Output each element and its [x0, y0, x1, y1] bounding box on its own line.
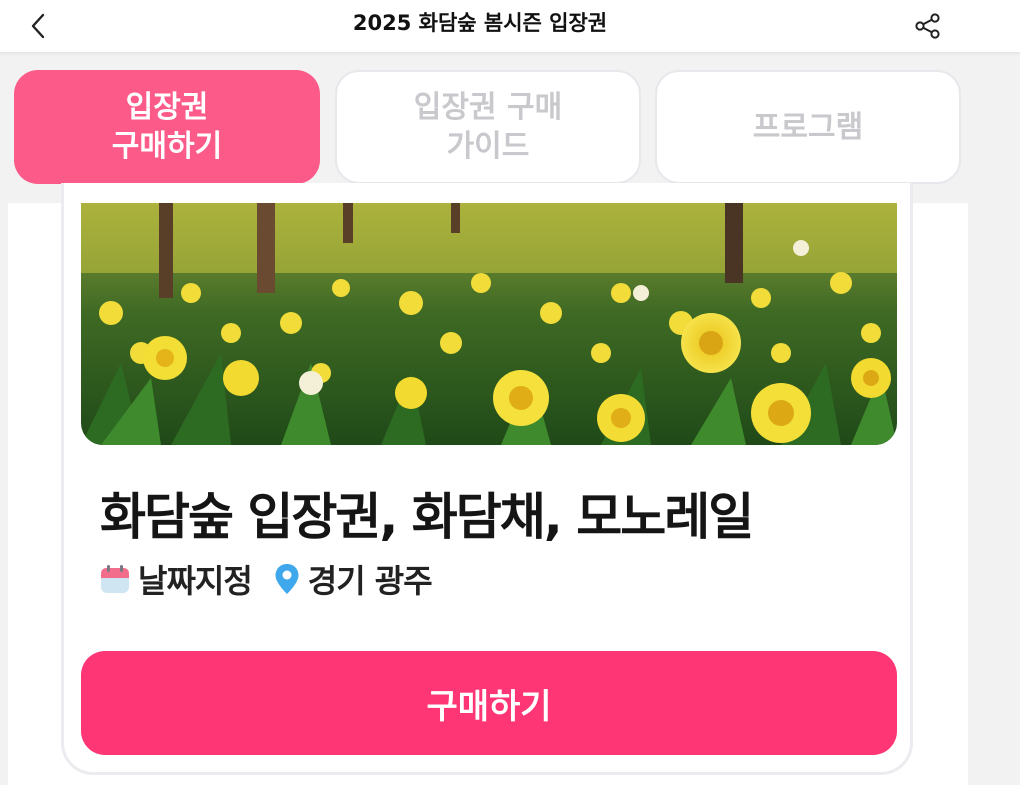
- tab-label: 입장권 구매 가이드: [413, 90, 563, 164]
- tab-buy-ticket[interactable]: 입장권 구매하기: [14, 70, 320, 184]
- page-title: 2025 화담숲 봄시즌 입장권: [352, 11, 608, 35]
- share-icon: [915, 13, 940, 39]
- share-button[interactable]: [908, 6, 948, 46]
- location-label: 경기 광주: [307, 562, 433, 600]
- date-type-label: 날짜지정: [138, 562, 253, 600]
- top-header: 2025 화담숲 봄시즌 입장권: [0, 0, 1020, 53]
- content-panel: 화담숲 입장권, 화담채, 모노레일 날짜지정 경기 광주 구매하기: [8, 183, 968, 785]
- location-pin-icon: [275, 564, 299, 594]
- product-meta: 날짜지정 경기 광주: [100, 556, 454, 602]
- buy-button[interactable]: 구매하기: [81, 651, 897, 755]
- tab-bar: 입장권 구매하기 입장권 구매 가이드 프로그램: [8, 60, 968, 198]
- calendar-icon: [101, 565, 129, 593]
- tab-program[interactable]: 프로그램: [655, 70, 961, 184]
- tab-purchase-guide[interactable]: 입장권 구매 가이드: [335, 70, 641, 184]
- product-image: [81, 203, 897, 445]
- product-title: 화담숲 입장권, 화담채, 모노레일: [100, 488, 754, 546]
- tab-label: 프로그램: [752, 109, 864, 145]
- buy-button-label: 구매하기: [426, 686, 552, 727]
- chevron-left-icon: [31, 13, 45, 39]
- app-root: 2025 화담숲 봄시즌 입장권 입장권 구매하기 입장권 구매 가이드 프로그…: [0, 0, 1020, 785]
- tab-label: 입장권 구매하기: [111, 90, 223, 164]
- date-type: 날짜지정: [100, 556, 253, 602]
- back-button[interactable]: [18, 6, 58, 46]
- location: 경기 광주: [274, 556, 433, 602]
